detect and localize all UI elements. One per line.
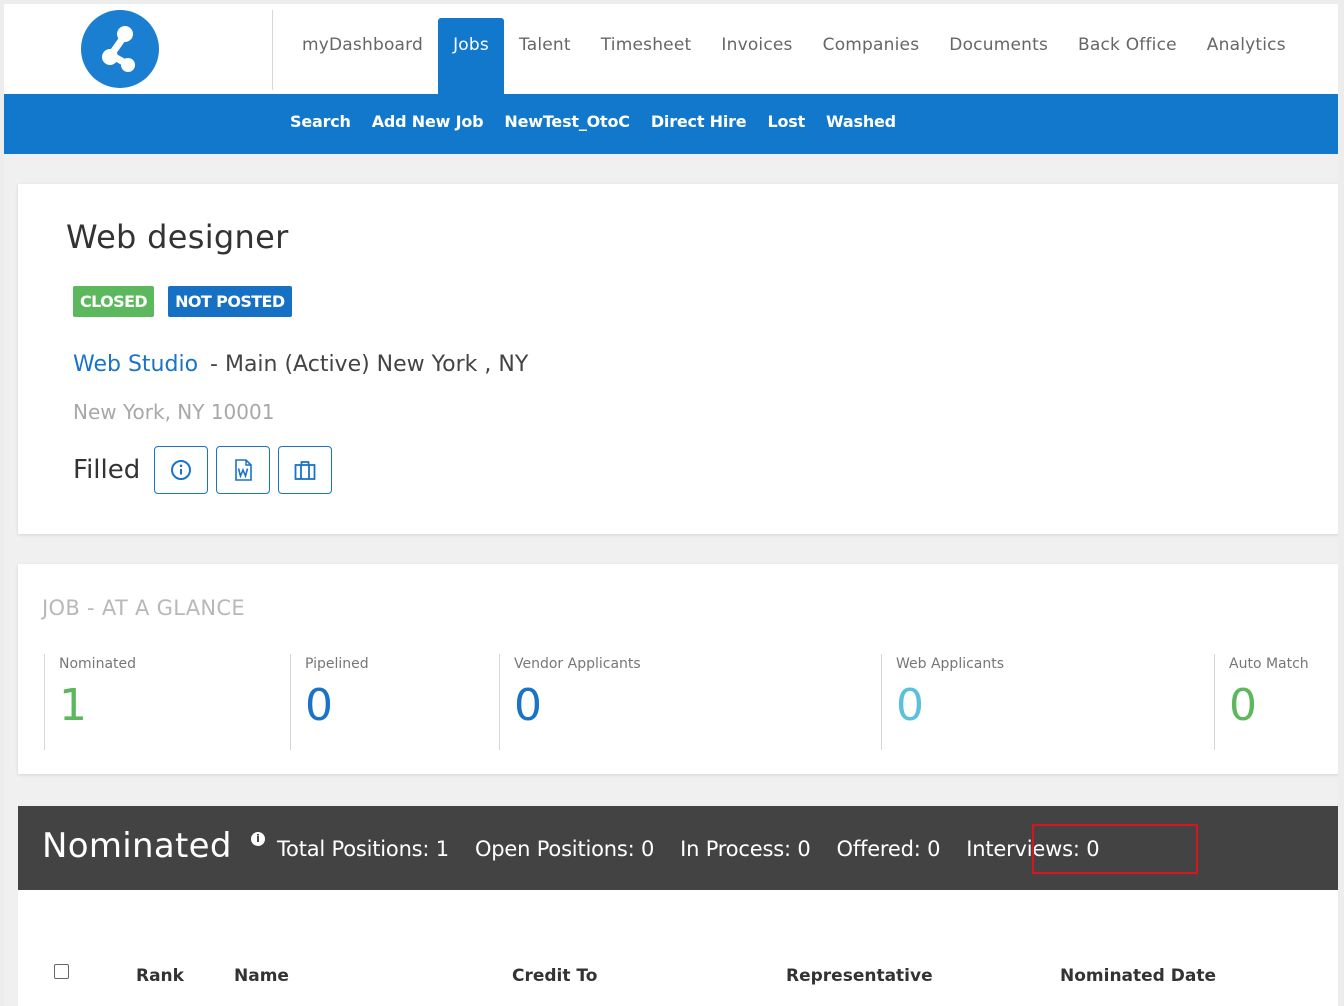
topbar-divider <box>272 10 273 90</box>
sub-nav: Search Add New Job NewTest_OtoC Direct H… <box>4 94 1338 154</box>
stat-label: Vendor Applicants <box>514 656 641 672</box>
top-bar: myDashboard Jobs Talent Timesheet Invoic… <box>4 4 1338 94</box>
total-positions: Total Positions: 1 <box>277 837 449 861</box>
word-export-button[interactable] <box>216 446 271 494</box>
app-frame: myDashboard Jobs Talent Timesheet Invoic… <box>4 4 1338 1006</box>
column-rank[interactable]: Rank <box>136 966 184 986</box>
subnav-item-add-new-job[interactable]: Add New Job <box>372 112 484 131</box>
job-at-a-glance-card: JOB - AT A GLANCE Nominated 1 Pipelined … <box>18 564 1338 774</box>
info-icon[interactable]: i <box>251 832 265 846</box>
nominated-stats: Total Positions: 1 Open Positions: 0 In … <box>277 837 1125 861</box>
stat-value: 1 <box>59 680 87 731</box>
stat-web-applicants[interactable]: Web Applicants 0 <box>881 654 1192 750</box>
subnav-item-search[interactable]: Search <box>290 112 351 131</box>
brand-logo-icon[interactable] <box>81 10 159 88</box>
job-title: Web designer <box>66 218 289 256</box>
briefcase-icon <box>294 461 316 480</box>
in-process: In Process: 0 <box>680 837 811 861</box>
info-icon <box>171 460 192 480</box>
nav-item-analytics[interactable]: Analytics <box>1192 18 1301 94</box>
nav-item-companies[interactable]: Companies <box>808 18 935 94</box>
word-document-icon <box>235 459 253 481</box>
company-link[interactable]: Web Studio <box>73 352 198 377</box>
offered: Offered: 0 <box>836 837 941 861</box>
select-all-checkbox[interactable] <box>54 964 69 979</box>
company-line: Web Studio - Main (Active) New York , NY <box>73 352 528 377</box>
job-badges: CLOSED NOT POSTED <box>73 286 292 317</box>
job-address: New York, NY 10001 <box>73 400 275 424</box>
nav-item-invoices[interactable]: Invoices <box>706 18 807 94</box>
info-button[interactable] <box>154 446 209 494</box>
nav-item-documents[interactable]: Documents <box>934 18 1063 94</box>
column-nominated-date[interactable]: Nominated Date <box>1060 966 1216 986</box>
stat-auto-match[interactable]: Auto Match 0 <box>1214 654 1338 750</box>
stat-value: 0 <box>305 680 333 731</box>
nav-item-talent[interactable]: Talent <box>504 18 586 94</box>
nominated-title: Nominated <box>42 826 232 866</box>
table-header: Rank Name Credit To Representative Nomin… <box>42 950 1338 1006</box>
company-detail: - Main (Active) New York , NY <box>210 352 529 377</box>
job-header-card: Web designer CLOSED NOT POSTED Web Studi… <box>18 184 1338 534</box>
stat-label: Nominated <box>59 656 137 672</box>
status-row: Filled <box>73 446 340 494</box>
nav-item-jobs[interactable]: Jobs <box>438 18 504 94</box>
job-status: Filled <box>73 455 141 485</box>
nav-item-back-office[interactable]: Back Office <box>1063 18 1192 94</box>
main-nav: myDashboard Jobs Talent Timesheet Invoic… <box>287 18 1301 94</box>
open-positions: Open Positions: 0 <box>474 837 655 861</box>
not-posted-badge: NOT POSTED <box>168 286 292 317</box>
briefcase-button[interactable] <box>278 446 333 494</box>
stat-nominated[interactable]: Nominated 1 <box>44 654 275 750</box>
stat-vendor-applicants[interactable]: Vendor Applicants 0 <box>499 654 860 750</box>
subnav-item-washed[interactable]: Washed <box>826 112 896 131</box>
stat-pipelined[interactable]: Pipelined 0 <box>290 654 481 750</box>
stat-label: Web Applicants <box>896 656 1005 672</box>
stat-label: Pipelined <box>305 656 369 672</box>
stat-value: 0 <box>896 680 924 731</box>
interviews-highlight-box <box>1032 824 1198 874</box>
closed-badge: CLOSED <box>73 286 155 317</box>
nav-item-mydashboard[interactable]: myDashboard <box>287 18 438 94</box>
nominated-table: Rank Name Credit To Representative Nomin… <box>18 890 1338 1006</box>
glance-title: JOB - AT A GLANCE <box>42 596 245 620</box>
subnav-item-direct-hire[interactable]: Direct Hire <box>651 112 747 131</box>
nominated-header-bar: Nominated i Total Positions: 1 Open Posi… <box>18 806 1338 890</box>
subnav-item-lost[interactable]: Lost <box>767 112 805 131</box>
column-representative[interactable]: Representative <box>786 966 933 986</box>
stat-value: 0 <box>1229 680 1257 731</box>
stat-label: Auto Match <box>1229 656 1309 672</box>
subnav-item-newtest-otoc[interactable]: NewTest_OtoC <box>504 112 630 131</box>
nav-item-timesheet[interactable]: Timesheet <box>586 18 707 94</box>
stat-value: 0 <box>514 680 542 731</box>
column-name[interactable]: Name <box>234 966 289 986</box>
column-credit-to[interactable]: Credit To <box>512 966 597 986</box>
